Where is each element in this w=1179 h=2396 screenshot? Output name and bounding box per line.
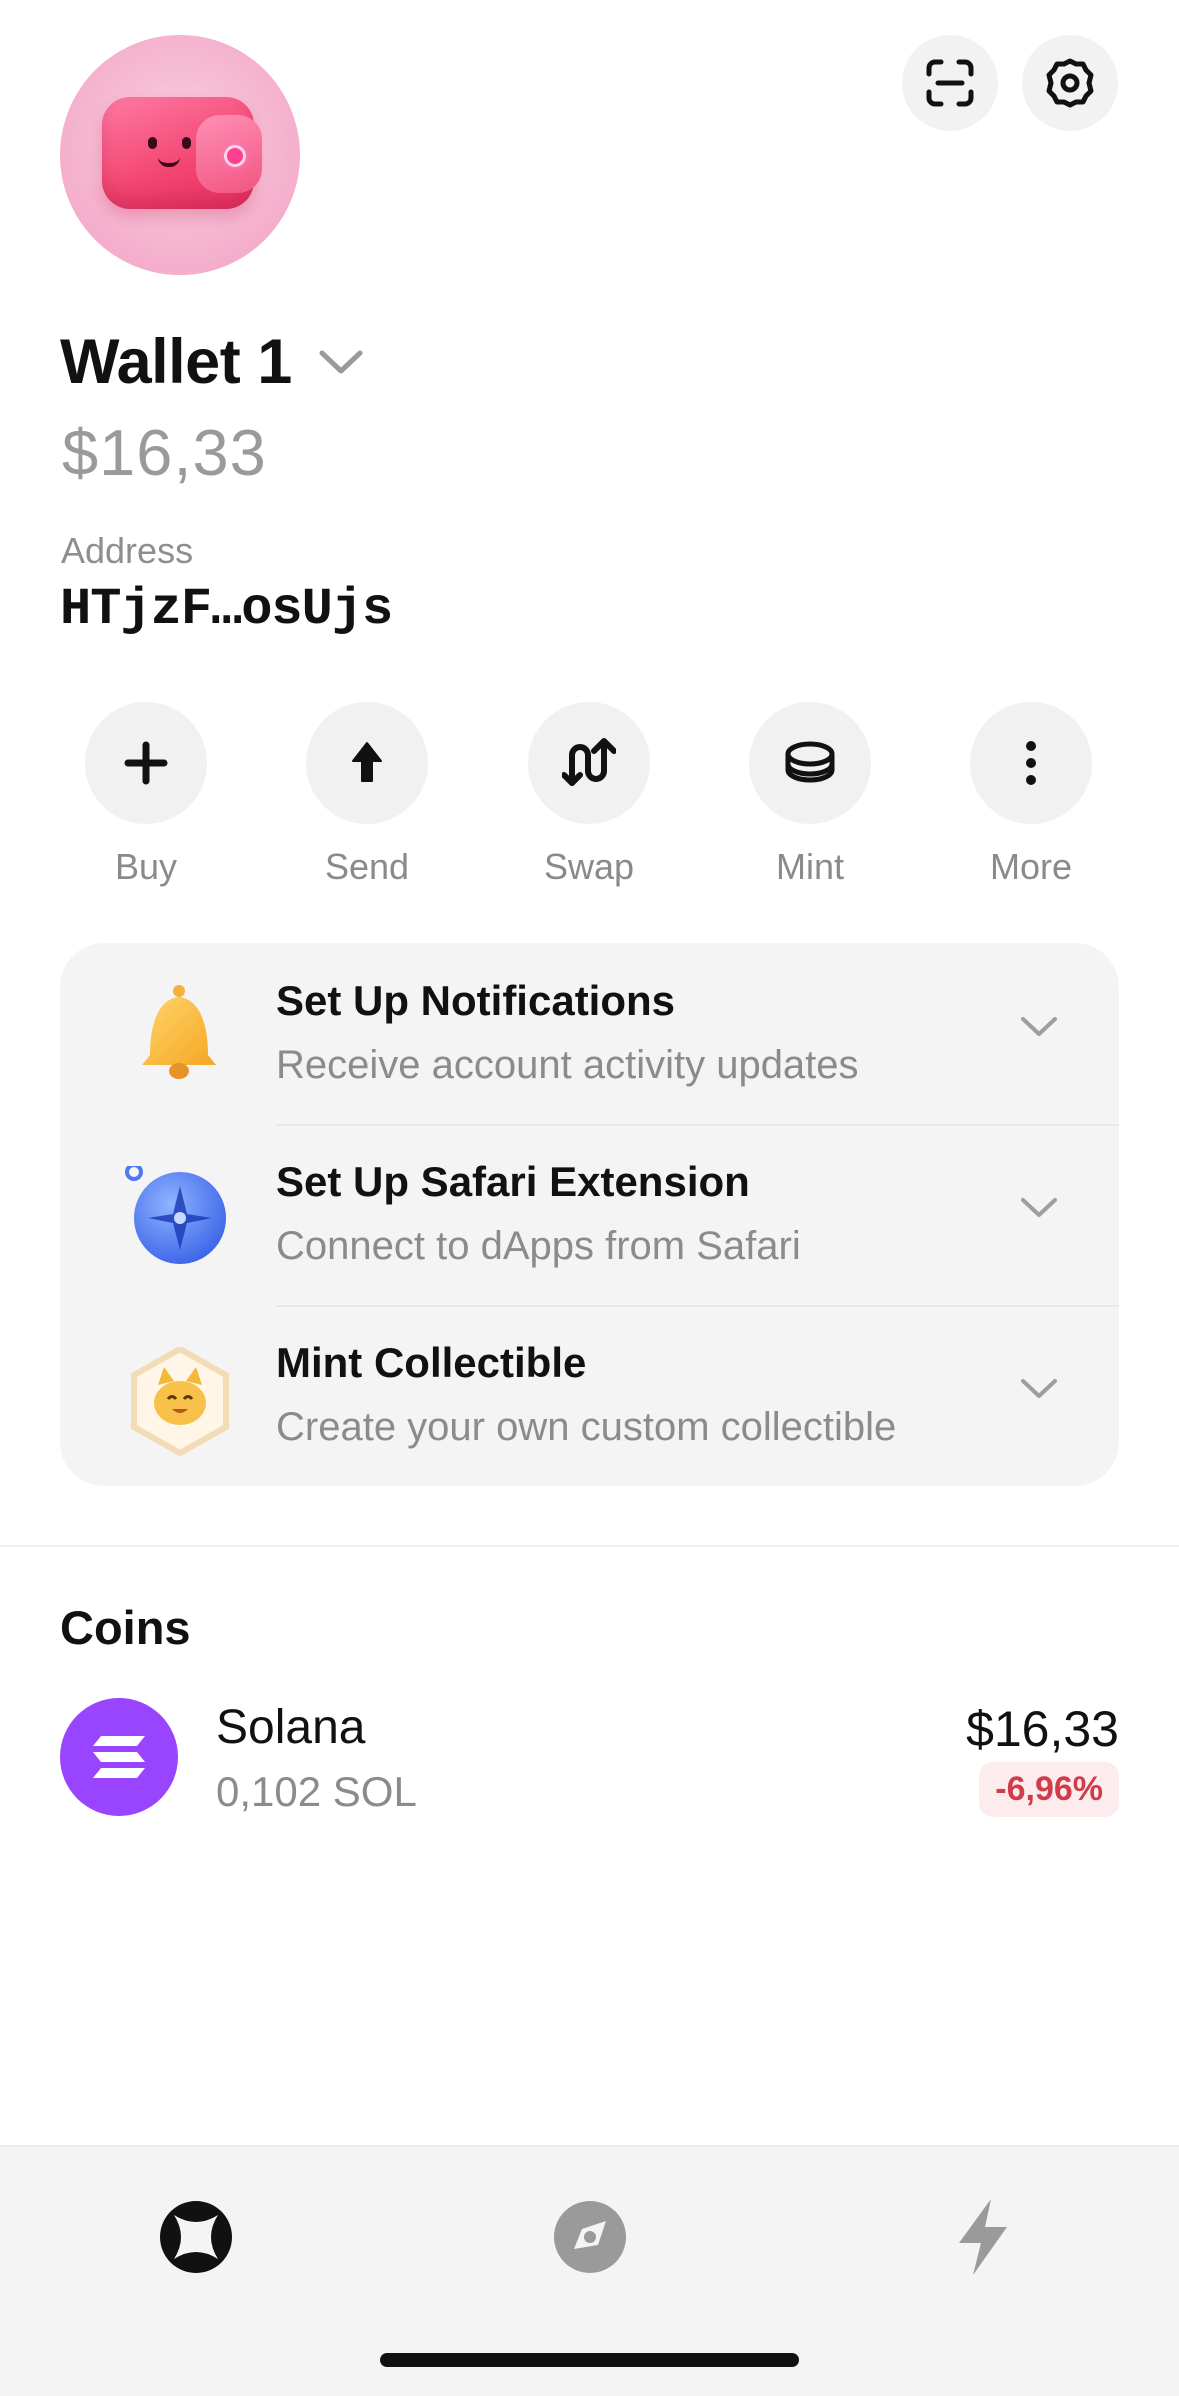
more-vertical-icon: [1026, 741, 1036, 785]
swap-icon: [562, 738, 616, 786]
swap-button[interactable]: Swap: [509, 702, 669, 888]
chevron-down-icon: [1021, 1379, 1057, 1398]
settings-button[interactable]: [1022, 35, 1118, 131]
home-indicator: [380, 2353, 799, 2367]
coin-amount: 0,102 SOL: [216, 1768, 417, 1815]
coins-title: Coins: [60, 1601, 191, 1654]
wallet-name: Wallet 1: [60, 327, 292, 397]
plus-icon: [124, 741, 168, 785]
coin-change-badge: -6,96%: [979, 1762, 1119, 1817]
setup-notifications-row[interactable]: Set Up Notifications Receive account act…: [60, 943, 1119, 1124]
wallet-avatar[interactable]: [60, 35, 300, 275]
setup-card: Set Up Notifications Receive account act…: [60, 943, 1119, 1486]
gear-icon: [1046, 58, 1094, 108]
tab-explore[interactable]: [535, 2182, 645, 2292]
wallet-balance: $16,33: [62, 416, 267, 489]
scan-qr-icon: [926, 59, 974, 107]
buy-button[interactable]: Buy: [66, 702, 226, 888]
send-button[interactable]: Send: [287, 702, 447, 888]
bell-icon: [120, 985, 240, 1085]
solana-logo-icon: [60, 1698, 178, 1816]
tab-home[interactable]: [141, 2182, 251, 2292]
arrow-up-icon: [352, 742, 382, 782]
setup-safari-row[interactable]: Set Up Safari Extension Connect to dApps…: [60, 1124, 1119, 1305]
section-divider: [0, 1545, 1179, 1547]
setup-collectible-row[interactable]: Mint Collectible Create your own custom …: [60, 1305, 1119, 1486]
cat-collectible-icon: [120, 1345, 240, 1457]
coin-value: $16,33: [966, 1701, 1119, 1757]
chevron-down-icon: [319, 350, 363, 374]
coin-name: Solana: [216, 1701, 366, 1754]
tab-activity[interactable]: [928, 2182, 1038, 2292]
wallet-home-icon: [160, 2201, 232, 2273]
mint-button[interactable]: Mint: [730, 702, 890, 888]
chevron-down-icon: [1021, 1017, 1057, 1036]
coin-stack-icon: [785, 741, 835, 783]
wallet-selector[interactable]: Wallet 1: [60, 326, 364, 398]
compass-icon: [120, 1163, 240, 1266]
explore-compass-icon: [554, 2201, 626, 2273]
scan-button[interactable]: [902, 35, 998, 131]
coin-row-solana[interactable]: Solana 0,102 SOL $16,33 -6,96%: [60, 1698, 1119, 1818]
more-button[interactable]: More: [951, 702, 1111, 888]
chevron-down-icon: [1021, 1198, 1057, 1217]
address-label: Address: [61, 530, 194, 571]
wallet-emoji-icon: [102, 97, 262, 209]
lightning-icon: [959, 2199, 1007, 2275]
address-value[interactable]: HTjzF…osUjs: [60, 580, 393, 639]
